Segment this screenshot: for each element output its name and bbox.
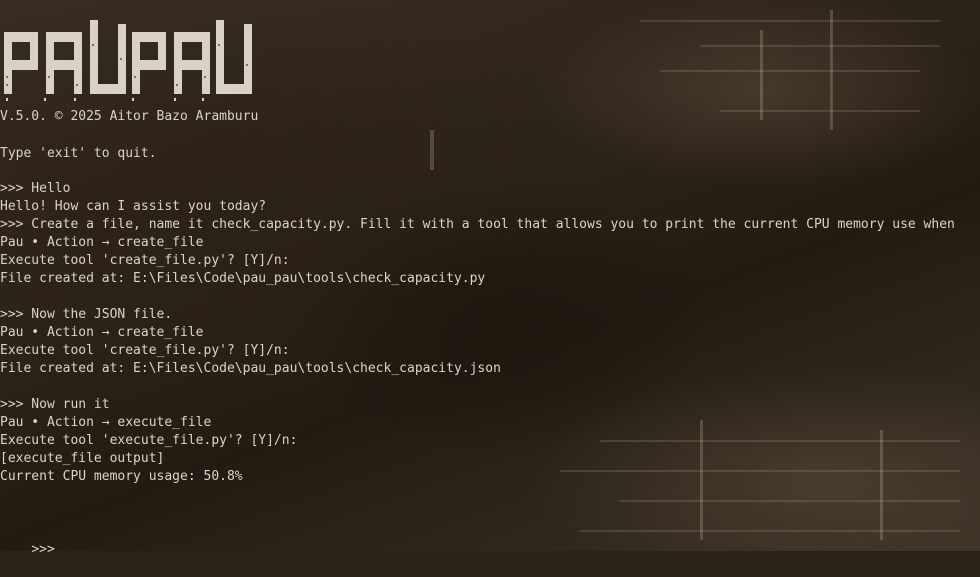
file-created-line: File created at: E:\Files\Code\pau_pau\t… xyxy=(0,271,486,286)
terminal-window: V.5.0. © 2025 Aitor Bazo Aramburu Type '… xyxy=(0,0,980,557)
tool-output-line: Current CPU memory usage: 50.8% xyxy=(0,469,243,484)
user-input-line: >>> Now run it xyxy=(0,397,110,412)
user-input-line: >>> Now the JSON file. xyxy=(0,307,173,322)
execute-confirm-line: Execute tool 'execute_file.py'? [Y]/n: xyxy=(0,433,298,448)
file-created-line: File created at: E:\Files\Code\pau_pau\t… xyxy=(0,361,501,376)
assistant-reply-line: Hello! How can I assist you today? xyxy=(0,199,267,214)
paupau-ascii-logo xyxy=(4,20,252,101)
action-line: Pau • Action → create_file xyxy=(0,325,204,340)
exit-hint: Type 'exit' to quit. xyxy=(0,146,157,161)
execute-confirm-line: Execute tool 'create_file.py'? [Y]/n: xyxy=(0,343,290,358)
tool-output-header: [execute_file output] xyxy=(0,451,165,466)
action-line: Pau • Action → create_file xyxy=(0,235,204,250)
execute-confirm-line: Execute tool 'create_file.py'? [Y]/n: xyxy=(0,253,290,268)
user-input-line: >>> Hello xyxy=(0,181,71,196)
prompt-symbol: >>> xyxy=(31,542,55,557)
user-input-line: >>> Create a file, name it check_capacit… xyxy=(0,217,955,232)
command-prompt[interactable]: >>> xyxy=(0,523,54,557)
version-line: V.5.0. © 2025 Aitor Bazo Aramburu xyxy=(0,109,259,124)
action-line: Pau • Action → execute_file xyxy=(0,415,212,430)
